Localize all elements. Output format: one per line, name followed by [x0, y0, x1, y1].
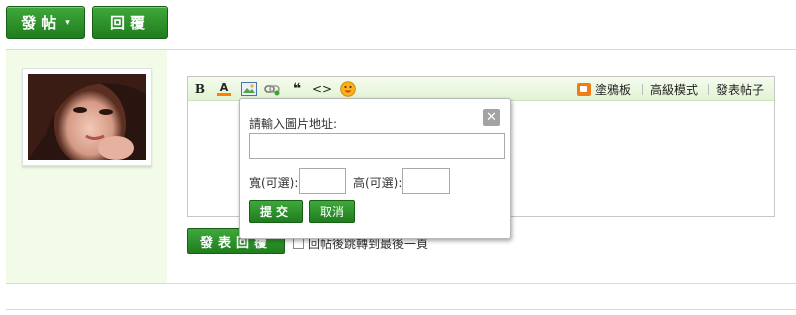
post-button[interactable]: 發帖 ▾: [6, 6, 85, 39]
doodle-board-button[interactable]: 塗鴉板: [577, 77, 631, 101]
height-input[interactable]: [402, 168, 450, 194]
reply-button-label: 回覆: [109, 14, 150, 32]
advanced-mode-link[interactable]: 高級模式: [650, 77, 698, 101]
user-sidebar: [6, 50, 167, 283]
bold-button[interactable]: B: [194, 81, 206, 97]
dialog-cancel-button[interactable]: 取消: [309, 200, 355, 223]
width-label: 寬(可選):: [249, 176, 299, 190]
user-photo-icon: [28, 74, 146, 160]
toolbar-divider: [708, 84, 709, 95]
link-icon[interactable]: [264, 81, 280, 97]
image-url-input[interactable]: [249, 133, 505, 159]
insert-image-dialog: ✕ 請輸入圖片地址: 寬(可選): 高(可選): 提交 取消: [239, 98, 511, 239]
jump-checkbox[interactable]: [293, 238, 304, 249]
divider: [6, 309, 796, 310]
reply-button[interactable]: 回覆: [92, 6, 168, 39]
image-icon[interactable]: [241, 81, 257, 97]
avatar[interactable]: [22, 68, 152, 166]
dialog-submit-button[interactable]: 提交: [249, 200, 303, 223]
image-url-label: 請輸入圖片地址:: [249, 117, 338, 131]
close-icon[interactable]: ✕: [483, 109, 500, 126]
font-color-button[interactable]: A: [217, 81, 231, 96]
height-label: 高(可選):: [353, 176, 403, 190]
smiley-icon[interactable]: [340, 81, 356, 97]
post-button-label: 發帖: [21, 14, 62, 32]
toolbar-divider: [642, 84, 643, 95]
doodle-label: 塗鴉板: [595, 82, 632, 97]
chevron-down-icon: ▾: [65, 17, 70, 28]
new-post-link[interactable]: 發表帖子: [716, 77, 764, 101]
code-button[interactable]: <>: [312, 81, 332, 97]
doodle-icon: [577, 82, 591, 96]
quote-button[interactable]: ❝: [291, 81, 303, 97]
width-input[interactable]: [299, 168, 346, 194]
